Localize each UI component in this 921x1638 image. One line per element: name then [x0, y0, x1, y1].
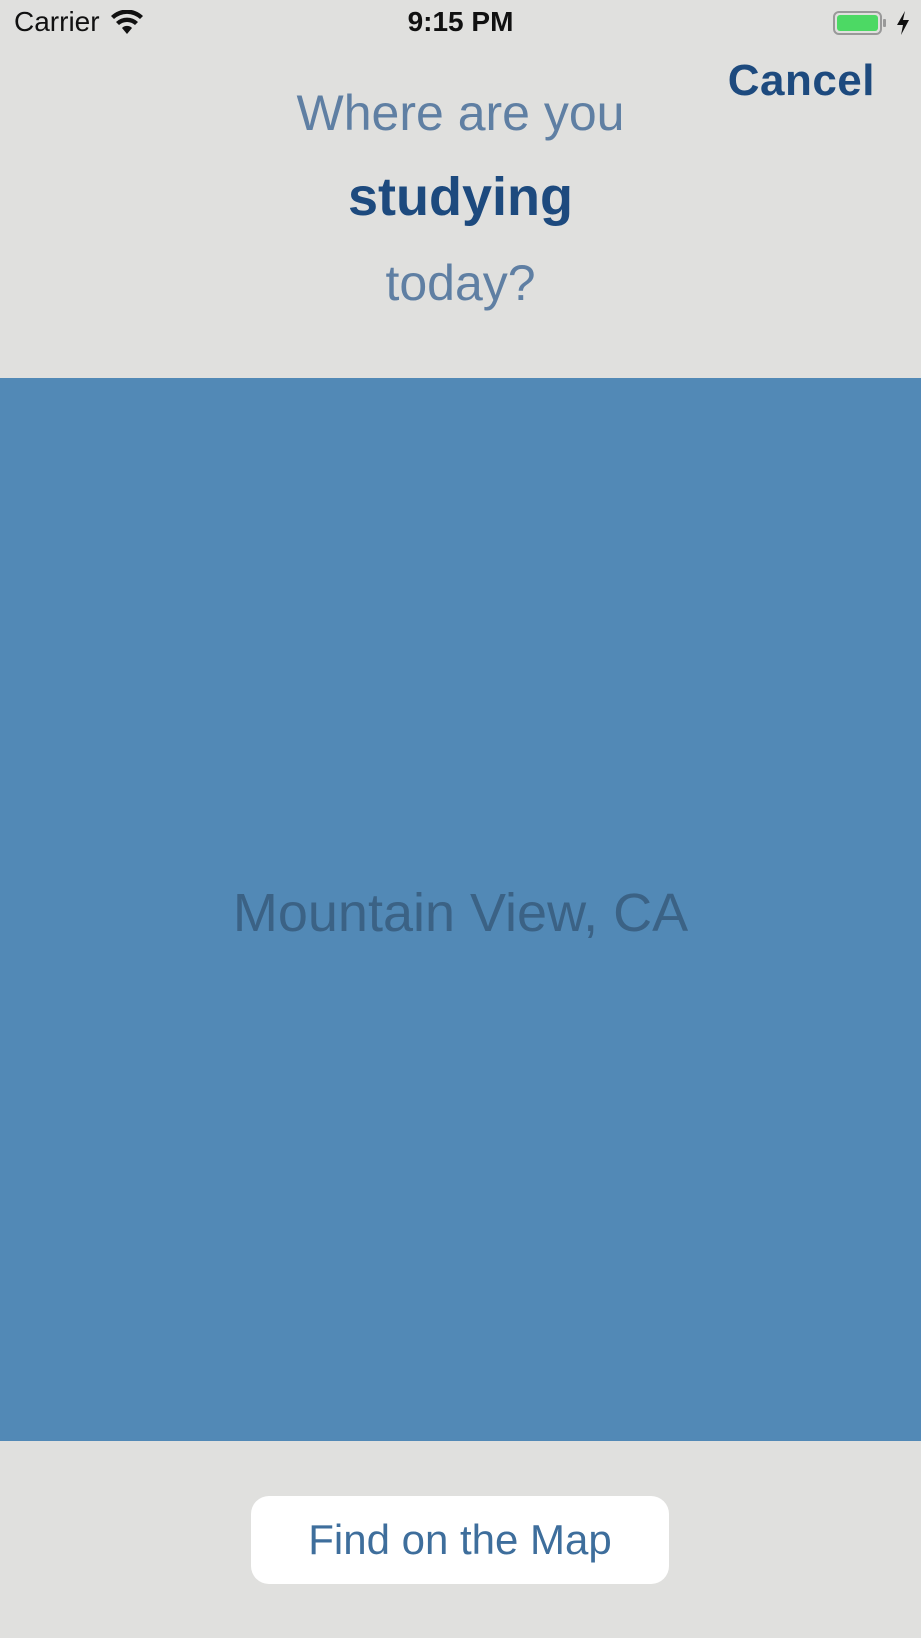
battery-charging-icon [833, 10, 887, 36]
prompt-line-3: today? [385, 255, 536, 311]
status-bar: Carrier 9:15 PM [0, 0, 921, 46]
prompt-line-2: studying [348, 167, 573, 227]
screen: Carrier 9:15 PM Cancel Where are you stu… [0, 0, 921, 1638]
prompt-line-1: Where are you [296, 85, 625, 141]
location-panel [0, 378, 921, 1441]
charging-bolt-icon [895, 10, 911, 36]
find-on-map-button[interactable]: Find on the Map [251, 1496, 669, 1584]
clock-time: 9:15 PM [407, 6, 514, 37]
location-input[interactable] [0, 878, 921, 948]
